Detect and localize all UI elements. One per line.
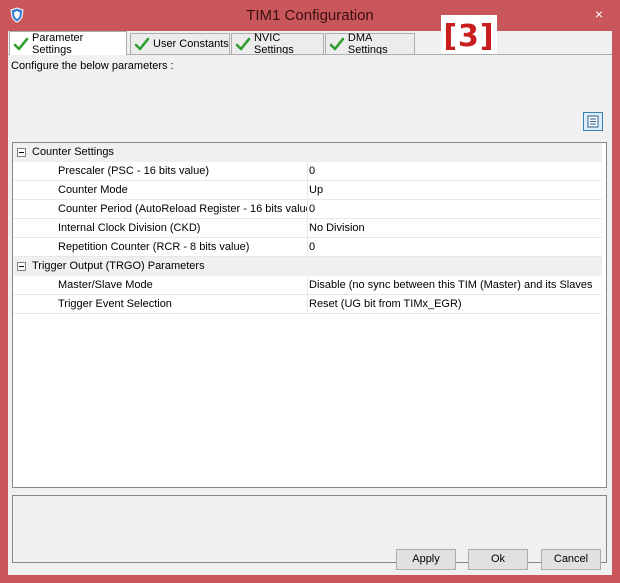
cancel-button[interactable]: Cancel: [541, 549, 601, 570]
check-icon: [235, 37, 251, 51]
property-value[interactable]: 0: [309, 165, 599, 177]
column-divider: [307, 181, 308, 200]
property-value[interactable]: 0: [309, 203, 599, 215]
group-trigger-output[interactable]: Trigger Output (TRGO) Parameters: [13, 257, 602, 276]
apply-button[interactable]: Apply: [396, 549, 456, 570]
tab-label: Parameter Settings: [31, 31, 84, 56]
property-value[interactable]: Disable (no sync between this TIM (Maste…: [309, 279, 599, 291]
tab-dma-settings[interactable]: DMA Settings: [325, 32, 415, 56]
tab-parameter-settings[interactable]: Parameter Settings: [9, 31, 127, 56]
property-name: Trigger Event Selection: [58, 298, 172, 310]
column-divider: [307, 219, 308, 238]
close-icon: ×: [594, 6, 604, 22]
property-value[interactable]: No Division: [309, 222, 599, 234]
tab-label: NVIC Settings: [253, 32, 294, 56]
group-label: Counter Settings: [32, 146, 114, 158]
property-name: Counter Period (AutoReload Register - 16…: [58, 203, 307, 215]
property-value[interactable]: 0: [309, 241, 599, 253]
property-row-repetition-counter[interactable]: Repetition Counter (RCR - 8 bits value) …: [13, 238, 602, 257]
parameter-settings-page: Configure the below parameters : Counter…: [8, 55, 612, 567]
window-title: TIM1 Configuration: [246, 7, 374, 24]
check-icon: [329, 37, 345, 51]
property-row-trigger-event[interactable]: Trigger Event Selection Reset (UG bit fr…: [13, 295, 602, 314]
tab-strip: Parameter Settings User Constants NVIC S…: [9, 15, 609, 59]
collapse-icon[interactable]: [17, 148, 26, 157]
property-name: Prescaler (PSC - 16 bits value): [58, 165, 209, 177]
property-row-counter-mode[interactable]: Counter Mode Up: [13, 181, 602, 200]
step-number-stamp: [3]: [441, 15, 497, 59]
property-name: Counter Mode: [58, 184, 128, 196]
property-row-master-slave-mode[interactable]: Master/Slave Mode Disable (no sync betwe…: [13, 276, 602, 295]
tab-user-constants[interactable]: User Constants: [130, 33, 230, 54]
property-name: Repetition Counter (RCR - 8 bits value): [58, 241, 250, 253]
property-row-clock-division[interactable]: Internal Clock Division (CKD) No Divisio…: [13, 219, 602, 238]
property-value[interactable]: Reset (UG bit from TIMx_EGR): [309, 298, 599, 310]
group-label: Trigger Output (TRGO) Parameters: [32, 260, 205, 272]
ok-button[interactable]: Ok: [468, 549, 528, 570]
property-name: Internal Clock Division (CKD): [58, 222, 201, 234]
list-view-icon: [587, 115, 599, 128]
column-divider: [307, 276, 308, 295]
column-divider: [307, 200, 308, 219]
property-row-counter-period[interactable]: Counter Period (AutoReload Register - 16…: [13, 200, 602, 219]
property-name: Master/Slave Mode: [58, 279, 153, 291]
property-grid: Counter Settings Prescaler (PSC - 16 bit…: [12, 142, 607, 488]
check-icon: [134, 37, 150, 51]
column-divider: [307, 295, 308, 314]
tim1-configuration-dialog: TIM1 Configuration × Parameter Settings …: [0, 0, 620, 583]
tab-label: DMA Settings: [347, 32, 388, 56]
collapse-icon[interactable]: [17, 262, 26, 271]
categorized-view-button[interactable]: [583, 112, 603, 131]
instruction-text: Configure the below parameters :: [11, 60, 174, 72]
dialog-client-area: Parameter Settings User Constants NVIC S…: [8, 15, 612, 575]
column-divider: [307, 238, 308, 257]
tab-nvic-settings[interactable]: NVIC Settings: [231, 32, 324, 56]
title-bar[interactable]: TIM1 Configuration ×: [0, 0, 620, 30]
column-divider: [307, 162, 308, 181]
property-value[interactable]: Up: [309, 184, 599, 196]
tab-label: User Constants: [153, 38, 229, 50]
property-row-prescaler[interactable]: Prescaler (PSC - 16 bits value) 0: [13, 162, 602, 181]
group-counter-settings[interactable]: Counter Settings: [13, 143, 602, 162]
check-icon: [13, 37, 29, 50]
close-button[interactable]: ×: [588, 4, 610, 24]
